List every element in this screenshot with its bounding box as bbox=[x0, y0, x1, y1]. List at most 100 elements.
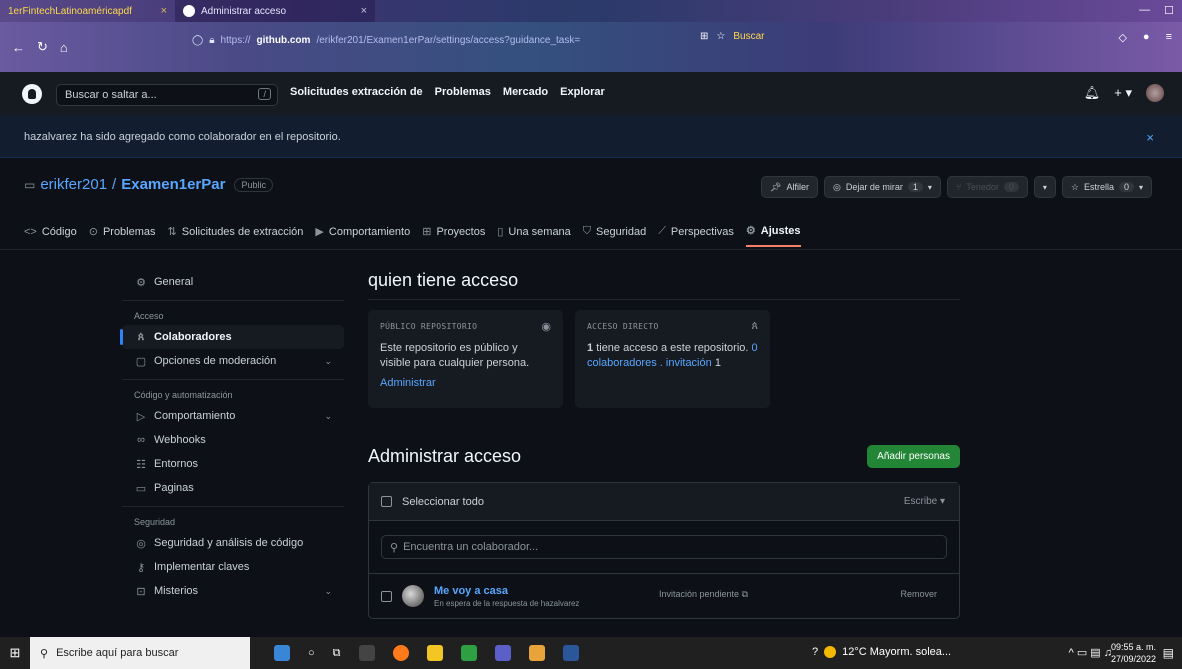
sidebar-item-secrets[interactable]: ⊡ Misterios ⌄ bbox=[122, 579, 344, 603]
global-nav: Solicitudes extracción de Problemas Merc… bbox=[290, 86, 605, 98]
role-filter-dropdown[interactable]: Escribe ▾ bbox=[904, 496, 945, 507]
sidebar-section-heading: Seguridad bbox=[134, 517, 176, 527]
fork-button[interactable]: ⑂ Tenedor 0 bbox=[946, 176, 1028, 198]
row-checkbox[interactable] bbox=[381, 590, 392, 602]
repo-separator: / bbox=[112, 176, 117, 193]
watch-button[interactable]: ◎ Dejar de mirar 1 ▾ bbox=[824, 176, 941, 198]
bell-icon[interactable]: 🔔︎ bbox=[1084, 85, 1101, 101]
menu-icon[interactable]: ≡ bbox=[1166, 31, 1172, 44]
tab-pull-requests[interactable]: ⇅ Solicitudes de extracción bbox=[168, 224, 304, 247]
people-icon: ጰ bbox=[751, 320, 758, 332]
tab-wiki[interactable]: ▯ Una semana bbox=[497, 224, 570, 247]
star-button[interactable]: ☆ Estrella 0 ▾ bbox=[1061, 176, 1152, 198]
word-icon[interactable] bbox=[562, 645, 579, 661]
flash-message: hazalvarez ha sido agregado como colabor… bbox=[24, 131, 341, 143]
box-search: ⚲ Encuentra un colaborador... bbox=[369, 521, 959, 574]
collaborator-search-input[interactable]: ⚲ Encuentra un colaborador... bbox=[381, 535, 947, 559]
tab-code[interactable]: <> Código bbox=[24, 224, 77, 247]
date: 27/09/2022 bbox=[1110, 654, 1156, 664]
sidebar-item-pages[interactable]: ▭ Paginas bbox=[122, 476, 344, 500]
select-all-label: Seleccionar todo bbox=[402, 495, 484, 508]
browser-tab-pdf[interactable]: 1erFintechLatinoaméricapdf × bbox=[0, 0, 175, 22]
back-icon[interactable]: ← bbox=[12, 40, 25, 55]
watch-count: 1 bbox=[907, 182, 923, 192]
visibility-badge: Public bbox=[234, 177, 273, 192]
app-icon[interactable] bbox=[358, 645, 375, 661]
translate-icon[interactable]: ⊞ bbox=[700, 31, 708, 42]
repo-owner-link[interactable]: erikfer201 bbox=[40, 176, 107, 193]
sidebar-item-deploy-keys[interactable]: ⚷ Implementar claves bbox=[122, 555, 344, 579]
home-icon[interactable]: ⌂ bbox=[60, 40, 68, 55]
close-tab-icon[interactable]: × bbox=[361, 5, 367, 17]
weather-widget[interactable]: ? 12°C Mayorm. solea... bbox=[812, 646, 951, 658]
taskbar-apps: ○ ⧉ bbox=[274, 645, 579, 661]
taskbar-search[interactable]: ⚲ Escribe aquí para buscar bbox=[30, 637, 250, 669]
sun-icon bbox=[824, 646, 837, 658]
file-explorer-icon[interactable] bbox=[426, 645, 443, 661]
pin-label: Alfiler bbox=[786, 182, 809, 192]
windows-start-icon[interactable]: ⊞ bbox=[0, 645, 30, 661]
select-all-checkbox[interactable] bbox=[381, 496, 392, 507]
global-search-input[interactable]: Buscar o saltar a... / bbox=[56, 84, 278, 106]
pocket-icon[interactable]: ◇ bbox=[1118, 31, 1126, 44]
maximize-icon[interactable]: ☐ bbox=[1164, 4, 1174, 17]
collaborators-invitation-link[interactable]: colaboradores . invitación bbox=[587, 357, 712, 369]
sidebar-item-environments[interactable]: ☷ Entornos bbox=[122, 452, 344, 476]
address-bar[interactable]: ◯ 🔒︎ https:// github.com/erikfer201/Exame… bbox=[192, 32, 612, 48]
nav-marketplace[interactable]: Mercado bbox=[503, 86, 548, 98]
taskbar-search-placeholder: Escribe aquí para buscar bbox=[56, 647, 179, 659]
sidebar-item-code-security[interactable]: ◎ Seguridad y análisis de código bbox=[122, 531, 344, 555]
collaborator-count-link[interactable]: 0 bbox=[752, 342, 758, 354]
add-people-button[interactable]: Añadir personas bbox=[867, 444, 960, 468]
system-tray[interactable]: ^ ▭ ▤ ♫ bbox=[1069, 646, 1112, 659]
fork-dropdown-button[interactable]: ▾ bbox=[1033, 176, 1056, 198]
manage-link[interactable]: Administrar bbox=[380, 377, 551, 389]
sidebar-item-actions[interactable]: ▷ Comportamiento ⌄ bbox=[122, 404, 344, 428]
app-icon[interactable] bbox=[460, 645, 477, 661]
bookmark-star-icon[interactable]: ☆ bbox=[716, 31, 725, 42]
browser-tab-title: Administrar acceso bbox=[201, 5, 287, 17]
flash-notice: hazalvarez ha sido agregado como colabor… bbox=[0, 116, 1182, 158]
copy-icon[interactable]: ⧉ bbox=[742, 589, 748, 599]
tab-actions[interactable]: ▶ Comportamiento bbox=[315, 224, 410, 247]
tab-issues[interactable]: ⊙ Problemas bbox=[89, 224, 156, 247]
plus-icon[interactable]: + ▾ bbox=[1114, 85, 1132, 101]
cortana-icon[interactable]: ○ bbox=[308, 647, 315, 659]
pin-button[interactable]: 📌︎ Alfiler bbox=[761, 176, 818, 198]
nav-issues[interactable]: Problemas bbox=[435, 86, 491, 98]
remove-button[interactable]: Remover bbox=[900, 589, 937, 599]
sidebar-section-heading: Código y automatización bbox=[134, 390, 233, 400]
app-icon[interactable] bbox=[274, 645, 290, 661]
notification-icon[interactable]: ▤ bbox=[1163, 646, 1174, 660]
close-icon[interactable]: × bbox=[1146, 130, 1154, 145]
nav-explore[interactable]: Explorar bbox=[560, 86, 605, 98]
sidebar-item-general[interactable]: ⚙ General bbox=[122, 270, 344, 294]
firefox-icon[interactable] bbox=[392, 645, 409, 661]
teams-icon[interactable] bbox=[494, 645, 511, 661]
sidebar-item-moderation[interactable]: ▢ Opciones de moderación ⌄ bbox=[122, 349, 344, 373]
tab-security[interactable]: ⛉ Seguridad bbox=[583, 224, 646, 247]
windows-taskbar: ⊞ ⚲ Escribe aquí para buscar ○ ⧉ ? 12°C … bbox=[0, 637, 1182, 669]
github-logo-icon[interactable] bbox=[22, 84, 42, 104]
extension-icon[interactable]: ● bbox=[1143, 31, 1150, 44]
clock[interactable]: 09:55 a. m. 27/09/2022 bbox=[1111, 641, 1156, 665]
tab-insights[interactable]: ⟋ Perspectivas bbox=[658, 224, 734, 247]
task-view-icon[interactable]: ⧉ bbox=[333, 647, 341, 660]
divider bbox=[122, 300, 344, 301]
user-avatar[interactable] bbox=[1146, 84, 1164, 102]
collaborator-name[interactable]: Me voy a casa bbox=[434, 585, 579, 597]
help-icon[interactable]: ? bbox=[812, 646, 818, 658]
sidebar-item-webhooks[interactable]: ∞ Webhooks bbox=[122, 428, 344, 452]
close-tab-icon[interactable]: × bbox=[161, 5, 167, 17]
sidebar-item-collaborators[interactable]: ጰ Colaboradores bbox=[120, 325, 344, 349]
tab-settings[interactable]: ⚙ Ajustes bbox=[745, 224, 801, 247]
app-icon[interactable] bbox=[528, 645, 545, 661]
reload-icon[interactable]: ↻ bbox=[37, 39, 48, 55]
graph-icon: ⟋ bbox=[658, 225, 666, 237]
nav-pull-requests[interactable]: Solicitudes extracción de bbox=[290, 86, 423, 98]
browser-tab-active[interactable]: Administrar acceso × bbox=[175, 0, 375, 22]
browser-search[interactable]: ⊞ ☆ Buscar bbox=[700, 31, 764, 42]
repo-name-link[interactable]: Examen1erPar bbox=[121, 176, 225, 193]
minimize-icon[interactable]: — bbox=[1139, 4, 1150, 17]
tab-projects[interactable]: ⊞ Proyectos bbox=[422, 224, 485, 247]
